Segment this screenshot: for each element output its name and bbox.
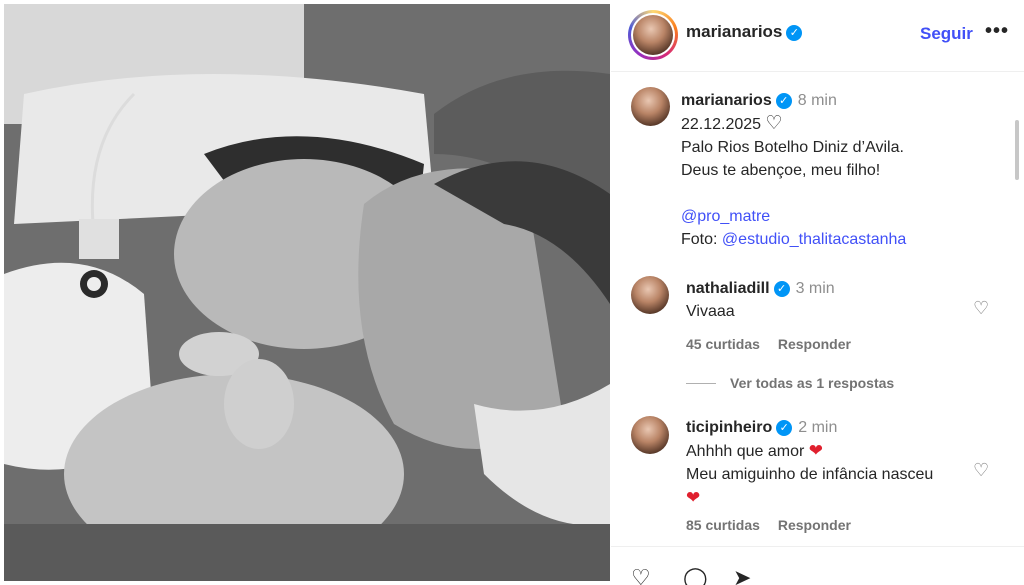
comment-text: Vivaaa — [686, 303, 735, 320]
mention-link-pro-matre[interactable]: @pro_matre — [681, 205, 1001, 228]
post-panel: marianarios ✓ Seguir ••• marianarios ✓ 8 mi… — [611, 0, 1024, 585]
reply-button[interactable]: Responder — [778, 517, 851, 533]
red-heart-icon: ❤ — [686, 488, 701, 507]
follow-button[interactable]: Seguir — [920, 24, 973, 44]
caption-date: 22.12.2025 — [681, 116, 762, 133]
view-replies-button[interactable]: Ver todas as 1 respostas — [686, 375, 894, 391]
like-comment-heart-icon[interactable]: ♡ — [973, 298, 989, 319]
post-header: marianarios ✓ Seguir ••• — [611, 0, 1024, 72]
comment-text: Meu amiguinho de infância nasceu — [686, 466, 934, 483]
comment-avatar[interactable] — [631, 416, 669, 454]
post-actions-bar: ♡ ◯ ➤ — [611, 546, 1024, 585]
heart-outline-icon: ♡ — [765, 113, 783, 134]
comment-time: 3 min — [795, 280, 835, 297]
more-options-icon[interactable]: ••• — [985, 20, 1009, 43]
comment-time: 2 min — [798, 419, 838, 436]
header-username[interactable]: marianarios — [686, 22, 782, 41]
caption-username[interactable]: marianarios — [681, 92, 772, 109]
caption-line: Palo Rios Botelho Diniz d’Avila. — [681, 139, 904, 156]
reply-button[interactable]: Responder — [778, 336, 851, 352]
caption-time: 8 min — [797, 92, 837, 109]
comment: nathaliadill ✓ 3 min Vivaaa 45 curtidas Re… — [686, 277, 986, 356]
avatar — [633, 15, 673, 55]
verified-icon: ✓ — [776, 419, 793, 436]
comment-icon[interactable]: ◯ — [683, 565, 708, 585]
comment-likes[interactable]: 85 curtidas — [686, 517, 760, 533]
verified-icon: ✓ — [775, 92, 792, 109]
red-heart-icon: ❤ — [808, 441, 824, 460]
header-avatar[interactable] — [628, 10, 678, 60]
like-heart-icon[interactable]: ♡ — [631, 565, 651, 585]
scrollbar[interactable] — [1015, 120, 1019, 180]
comment: ticipinheiro ✓ 2 min Ahhhh que amor ❤ Meu … — [686, 416, 986, 537]
comment-username[interactable]: nathaliadill — [686, 280, 770, 297]
caption-avatar[interactable] — [631, 87, 670, 126]
post-photo[interactable] — [4, 4, 610, 581]
mention-link-photographer[interactable]: @estudio_thalitacastanha — [722, 231, 906, 248]
caption: marianarios ✓ 8 min 22.12.2025 ♡ Palo Rios… — [681, 89, 1001, 251]
caption-photo-credit-label: Foto: — [681, 231, 718, 248]
comment-avatar[interactable] — [631, 276, 669, 314]
comment-username[interactable]: ticipinheiro — [686, 419, 772, 436]
header-username-row[interactable]: marianarios ✓ — [686, 22, 803, 42]
comment-likes[interactable]: 45 curtidas — [686, 336, 760, 352]
comment-text: Ahhhh que amor — [686, 443, 805, 460]
photo-illustration — [4, 4, 610, 581]
share-icon[interactable]: ➤ — [733, 565, 751, 585]
replies-divider — [686, 382, 716, 384]
verified-icon: ✓ — [773, 280, 790, 297]
like-comment-heart-icon[interactable]: ♡ — [973, 460, 989, 481]
view-replies-label[interactable]: Ver todas as 1 respostas — [730, 375, 894, 391]
caption-line: Deus te abençoe, meu filho! — [681, 162, 881, 179]
verified-icon: ✓ — [786, 24, 803, 41]
